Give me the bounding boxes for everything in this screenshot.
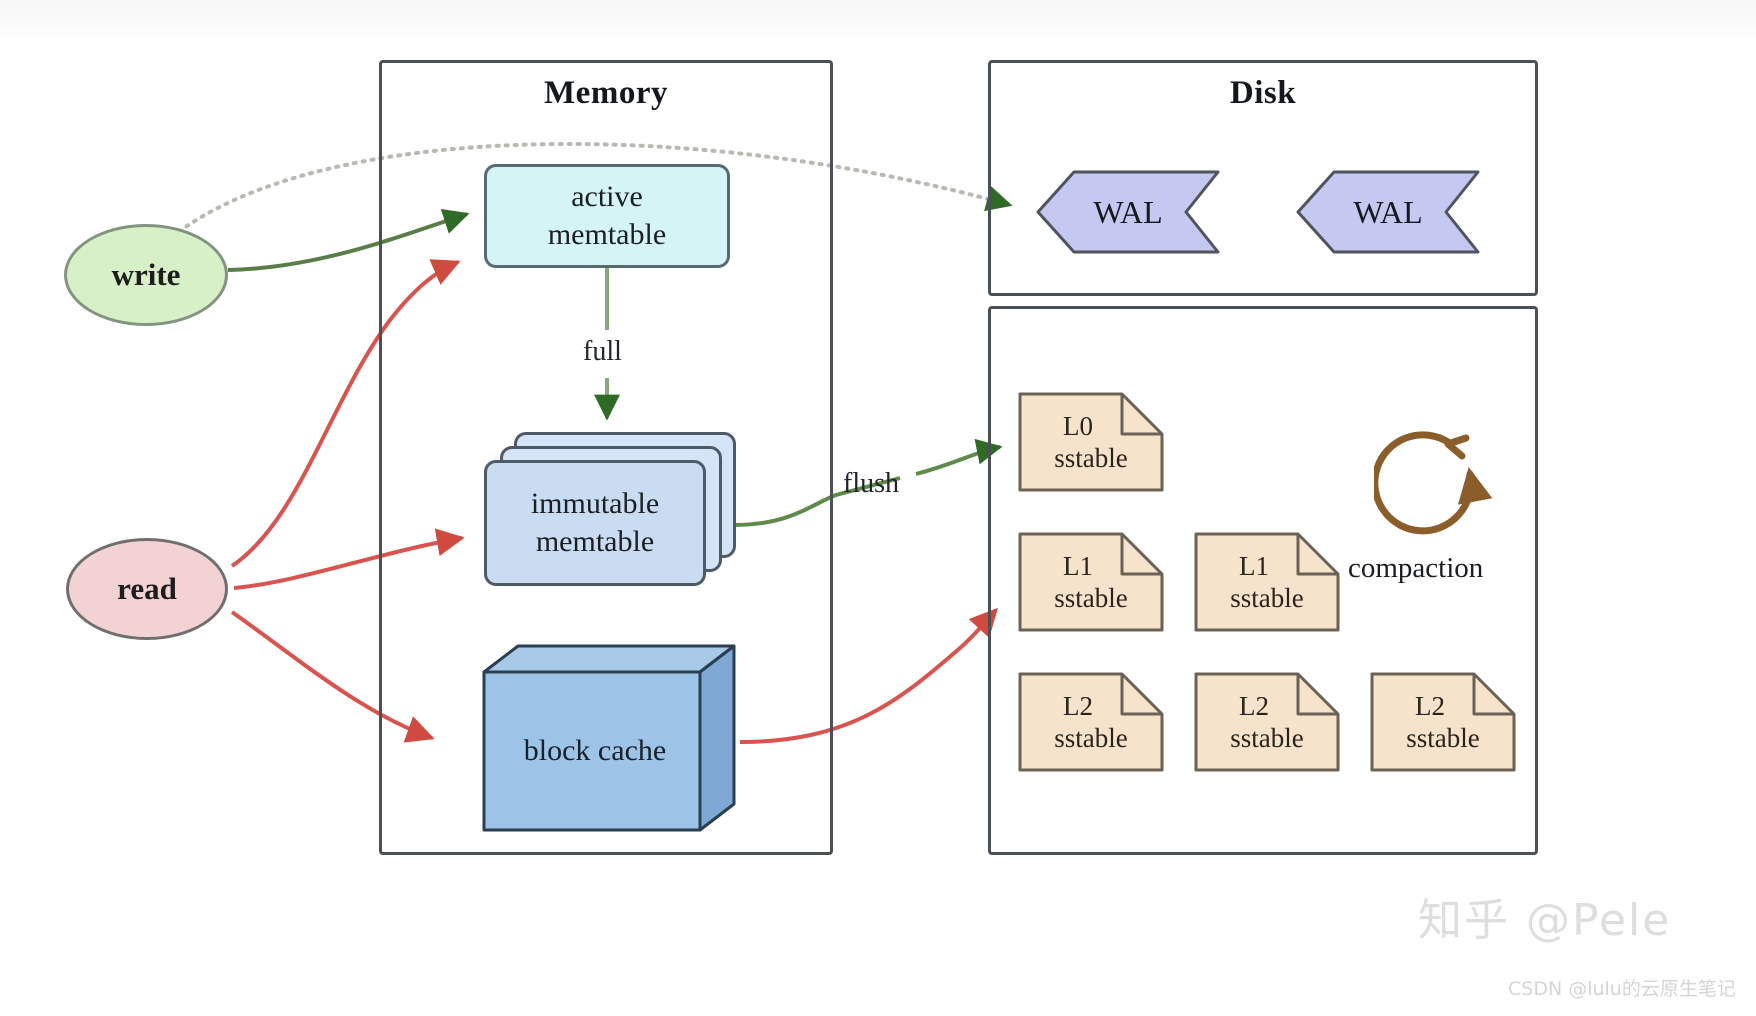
sstable-level-l1-1: L1 (1063, 550, 1093, 581)
read-label: read (117, 571, 177, 606)
sstable-node-l1-2[interactable]: L1 sstable (1194, 532, 1340, 632)
wal-label-2: WAL (1353, 193, 1423, 230)
sstable-label-l2-1: L2 sstable (1018, 672, 1164, 772)
active-memtable-node[interactable]: active memtable (484, 164, 730, 268)
read-node[interactable]: read (66, 538, 228, 640)
block-cache-label: block cache (523, 734, 667, 767)
edge-label-full: full (583, 336, 622, 367)
compaction-label: compaction (1348, 552, 1484, 584)
sstable-kind-l2-3: sstable (1406, 723, 1480, 753)
sstable-kind-l2-1: sstable (1054, 723, 1128, 753)
sstable-label-l0-1: L0 sstable (1018, 392, 1164, 492)
wal-node-2[interactable]: WAL (1296, 170, 1480, 254)
block-cache-top-face (482, 644, 736, 674)
sstable-node-l2-1[interactable]: L2 sstable (1018, 672, 1164, 772)
sstable-kind-l1-1: sstable (1054, 583, 1128, 613)
sstable-node-l2-3[interactable]: L2 sstable (1370, 672, 1516, 772)
sstable-node-l1-1[interactable]: L1 sstable (1018, 532, 1164, 632)
sstable-level-l2-2: L2 (1239, 690, 1269, 721)
sstable-level-l1-2: L1 (1239, 550, 1269, 581)
sstable-level-l2-3: L2 (1415, 690, 1445, 721)
sstable-label-l1-2: L1 sstable (1194, 532, 1340, 632)
sstable-label-l2-3: L2 sstable (1370, 672, 1516, 772)
sstable-label-l2-2: L2 sstable (1194, 672, 1340, 772)
zhihu-watermark: 知乎 @Pele (1418, 895, 1672, 946)
sstable-label-l1-1: L1 sstable (1018, 532, 1164, 632)
sstable-node-l2-2[interactable]: L2 sstable (1194, 672, 1340, 772)
wal-label-1: WAL (1093, 193, 1163, 230)
csdn-watermark: CSDN @lulu的云原生笔记 (1508, 978, 1736, 1000)
immutable-memtable-line1: immutable (530, 486, 660, 520)
compaction-loop-icon (1371, 426, 1494, 546)
sstable-kind-l1-2: sstable (1230, 583, 1304, 613)
sstable-kind-l0-1: sstable (1054, 443, 1128, 473)
sstable-level-l0-1: L0 (1063, 410, 1093, 441)
immutable-memtable-line2: memtable (535, 525, 655, 558)
write-label: write (111, 257, 181, 292)
wal-node-1[interactable]: WAL (1036, 170, 1220, 254)
block-cache-node[interactable]: block cache (478, 644, 740, 834)
active-memtable-line2: memtable (547, 218, 667, 251)
immutable-memtable-node[interactable]: immutable memtable (484, 460, 706, 586)
active-memtable-line1: active (571, 179, 643, 213)
memory-title: Memory (544, 75, 668, 111)
disk-title: Disk (1229, 75, 1297, 111)
sstable-level-l2-1: L2 (1063, 690, 1093, 721)
write-node[interactable]: write (64, 224, 228, 326)
sstable-node-l0-1[interactable]: L0 sstable (1018, 392, 1164, 492)
diagram-canvas: Memory Disk write read active memtable i… (0, 0, 1756, 1016)
edge-label-flush: flush (843, 468, 899, 499)
sstable-kind-l2-2: sstable (1230, 723, 1304, 753)
